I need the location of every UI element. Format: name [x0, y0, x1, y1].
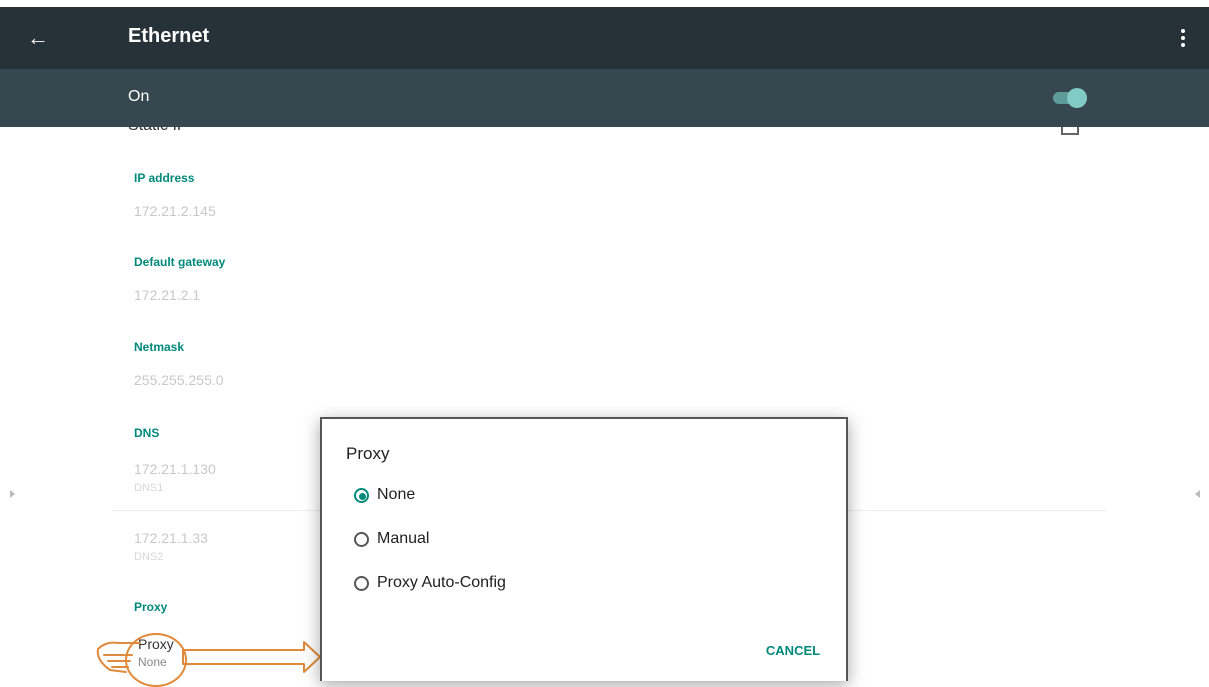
radio-unchecked-icon[interactable] — [354, 576, 369, 591]
radio-checked-icon[interactable] — [354, 488, 369, 503]
dns2-value: 172.21.1.33 — [134, 530, 208, 546]
back-arrow-icon[interactable]: ← — [22, 22, 54, 54]
netmask-value: 255.255.255.0 — [134, 372, 224, 388]
radio-unchecked-icon[interactable] — [354, 532, 369, 547]
radio-label: Proxy Auto-Config — [377, 574, 506, 591]
dialog-title: Proxy — [346, 444, 390, 463]
radio-option-proxy-auto-config[interactable]: Proxy Auto-Config — [354, 573, 654, 599]
switch-label: On — [128, 88, 150, 105]
proxy-header: Proxy — [134, 600, 168, 614]
ip-address-value: 172.21.2.145 — [134, 203, 216, 219]
static-ip-label: Static IP — [128, 127, 188, 135]
highlight-circle — [125, 633, 187, 687]
dns1-label: DNS1 — [134, 482, 164, 494]
radio-label: Manual — [377, 530, 430, 547]
toolbar: ← Ethernet — [0, 7, 1209, 69]
default-gateway-value: 172.21.2.1 — [134, 287, 201, 303]
dns-header: DNS — [134, 426, 160, 440]
cancel-button[interactable]: CANCEL — [758, 636, 828, 664]
radio-option-manual[interactable]: Manual — [354, 529, 654, 555]
scroll-right-icon[interactable] — [1195, 490, 1200, 498]
netmask-header: Netmask — [134, 340, 185, 354]
page-title: Ethernet — [128, 25, 210, 47]
ethernet-switch-bar[interactable]: On — [0, 69, 1209, 127]
radio-label: None — [377, 486, 416, 503]
dns2-label: DNS2 — [134, 551, 164, 563]
proxy-dialog: Proxy None Manual Proxy Auto-Config CANC… — [320, 417, 848, 681]
ip-address-header: IP address — [134, 171, 195, 185]
static-ip-checkbox[interactable] — [1061, 127, 1079, 135]
radio-option-none[interactable]: None — [354, 485, 654, 511]
dns1-value: 172.21.1.130 — [134, 461, 216, 477]
overflow-menu-icon[interactable] — [1171, 22, 1195, 54]
scroll-left-icon[interactable] — [10, 490, 15, 498]
default-gateway-header: Default gateway — [134, 255, 226, 269]
ethernet-toggle[interactable] — [1053, 87, 1089, 109]
